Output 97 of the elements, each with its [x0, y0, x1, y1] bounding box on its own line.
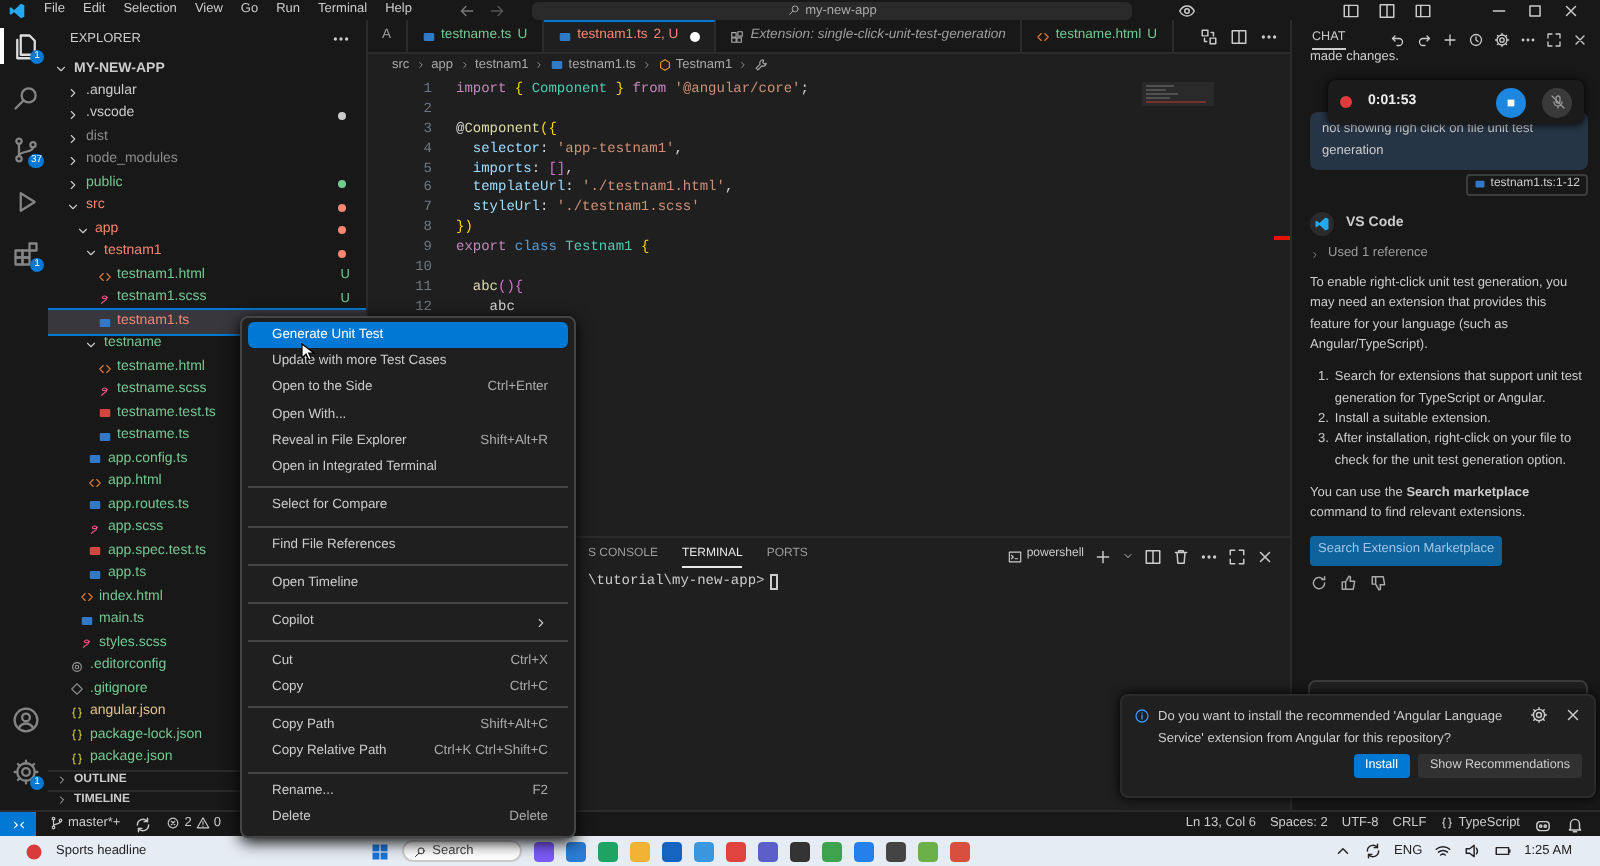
app-logo-icon — [8, 1, 26, 19]
search-icon — [12, 84, 40, 112]
chevron-right-icon — [534, 60, 545, 70]
record-dot — [1340, 96, 1352, 108]
error-marker — [1274, 236, 1290, 240]
mic-off-icon — [1549, 94, 1565, 110]
braces-icon — [70, 705, 84, 720]
speaker-icon[interactable] — [1464, 842, 1483, 860]
chevron-right-icon — [1310, 249, 1320, 260]
close-icon[interactable] — [1564, 706, 1582, 724]
file-icon — [421, 29, 436, 43]
app-icon[interactable] — [790, 841, 811, 861]
warning-icon — [195, 816, 210, 831]
code-icon — [79, 590, 93, 605]
squiggle-icon — [79, 636, 93, 651]
chevron-up-icon[interactable] — [1334, 842, 1353, 860]
layout-icon[interactable] — [1342, 1, 1360, 19]
retry-icon[interactable] — [1310, 573, 1328, 592]
chevron-down-icon — [54, 62, 68, 77]
bell-icon[interactable] — [1566, 815, 1584, 833]
code-icon — [1035, 29, 1050, 43]
gear-icon — [70, 659, 84, 674]
app-icon[interactable] — [758, 841, 779, 861]
back-arrow-icon[interactable] — [457, 1, 476, 19]
remote-icon — [11, 817, 25, 831]
code-icon — [88, 475, 102, 490]
robot-icon[interactable] — [1534, 815, 1552, 833]
settings-icon[interactable] — [1530, 706, 1548, 724]
settings-icon[interactable] — [1494, 31, 1510, 47]
battery-icon[interactable] — [1494, 842, 1513, 860]
redo-icon[interactable] — [1416, 31, 1432, 47]
code-icon — [97, 361, 111, 375]
chevron-right-icon — [415, 60, 426, 70]
new-chat-icon[interactable] — [1442, 31, 1458, 47]
split-icon[interactable] — [1144, 547, 1162, 565]
info-icon — [1134, 708, 1150, 724]
thumbs-up-icon[interactable] — [1340, 573, 1358, 592]
chevron-down-icon — [84, 338, 98, 353]
blocks-icon — [730, 29, 745, 43]
layout-icon[interactable] — [1378, 1, 1396, 19]
terminal-icon — [1008, 549, 1023, 563]
branch-icon — [50, 816, 64, 831]
chevron-down-icon[interactable] — [1122, 550, 1134, 562]
thumbs-down-icon[interactable] — [1370, 573, 1388, 592]
plus-icon[interactable] — [1094, 547, 1112, 565]
files-icon — [12, 32, 40, 60]
account-icon — [12, 706, 40, 734]
mic-off-button[interactable] — [1542, 87, 1572, 117]
unsaved-dot — [690, 32, 701, 42]
terminal-cursor — [770, 574, 779, 591]
squiggle-icon — [88, 521, 102, 536]
diamond-icon — [70, 682, 84, 697]
compare-icon[interactable] — [1200, 27, 1218, 45]
search-icon — [414, 845, 427, 857]
file-icon — [97, 315, 111, 330]
news-icon[interactable] — [24, 841, 44, 861]
trash-icon[interactable] — [1172, 547, 1190, 565]
error-icon — [166, 816, 181, 831]
app-icon[interactable] — [662, 841, 683, 861]
code-icon — [97, 269, 111, 284]
chevron-right-icon — [738, 60, 749, 70]
extensions-icon — [12, 240, 40, 268]
split-editor-icon[interactable] — [1230, 27, 1248, 45]
chevron-right-icon — [459, 60, 470, 70]
start-icon[interactable] — [370, 841, 391, 861]
maximize-icon[interactable] — [1526, 1, 1544, 19]
wrench-icon — [754, 58, 769, 72]
file-icon — [88, 498, 102, 513]
minimap — [1142, 82, 1214, 106]
search-icon — [787, 3, 800, 16]
file-icon — [79, 613, 93, 628]
stop-button[interactable] — [1496, 87, 1526, 117]
wifi-icon[interactable] — [1434, 842, 1453, 860]
sync-icon[interactable] — [1364, 842, 1383, 860]
close-icon[interactable] — [1572, 31, 1588, 47]
braces-icon — [70, 751, 84, 766]
box-icon — [657, 57, 672, 72]
app-icon[interactable] — [886, 841, 907, 861]
braces-icon — [70, 728, 84, 743]
squiggle-icon — [97, 383, 111, 398]
squiggle-icon — [97, 292, 111, 307]
chevron-right-icon — [641, 60, 652, 70]
history-icon[interactable] — [1468, 31, 1484, 47]
settings-icon — [12, 758, 40, 786]
undo-icon[interactable] — [1390, 31, 1406, 47]
layout-icon[interactable] — [1414, 1, 1432, 19]
eye-icon[interactable] — [1177, 1, 1196, 19]
remote-button[interactable] — [0, 811, 36, 837]
close-icon[interactable] — [1256, 547, 1274, 565]
file-icon — [1474, 178, 1487, 191]
maximize-icon[interactable] — [1228, 547, 1246, 565]
app-icon[interactable] — [534, 841, 555, 861]
branch-icon — [12, 136, 40, 164]
app-icon[interactable] — [566, 841, 587, 861]
maximize-icon[interactable] — [1546, 31, 1562, 47]
close-icon[interactable] — [1562, 1, 1580, 19]
braces-icon — [1440, 816, 1455, 831]
